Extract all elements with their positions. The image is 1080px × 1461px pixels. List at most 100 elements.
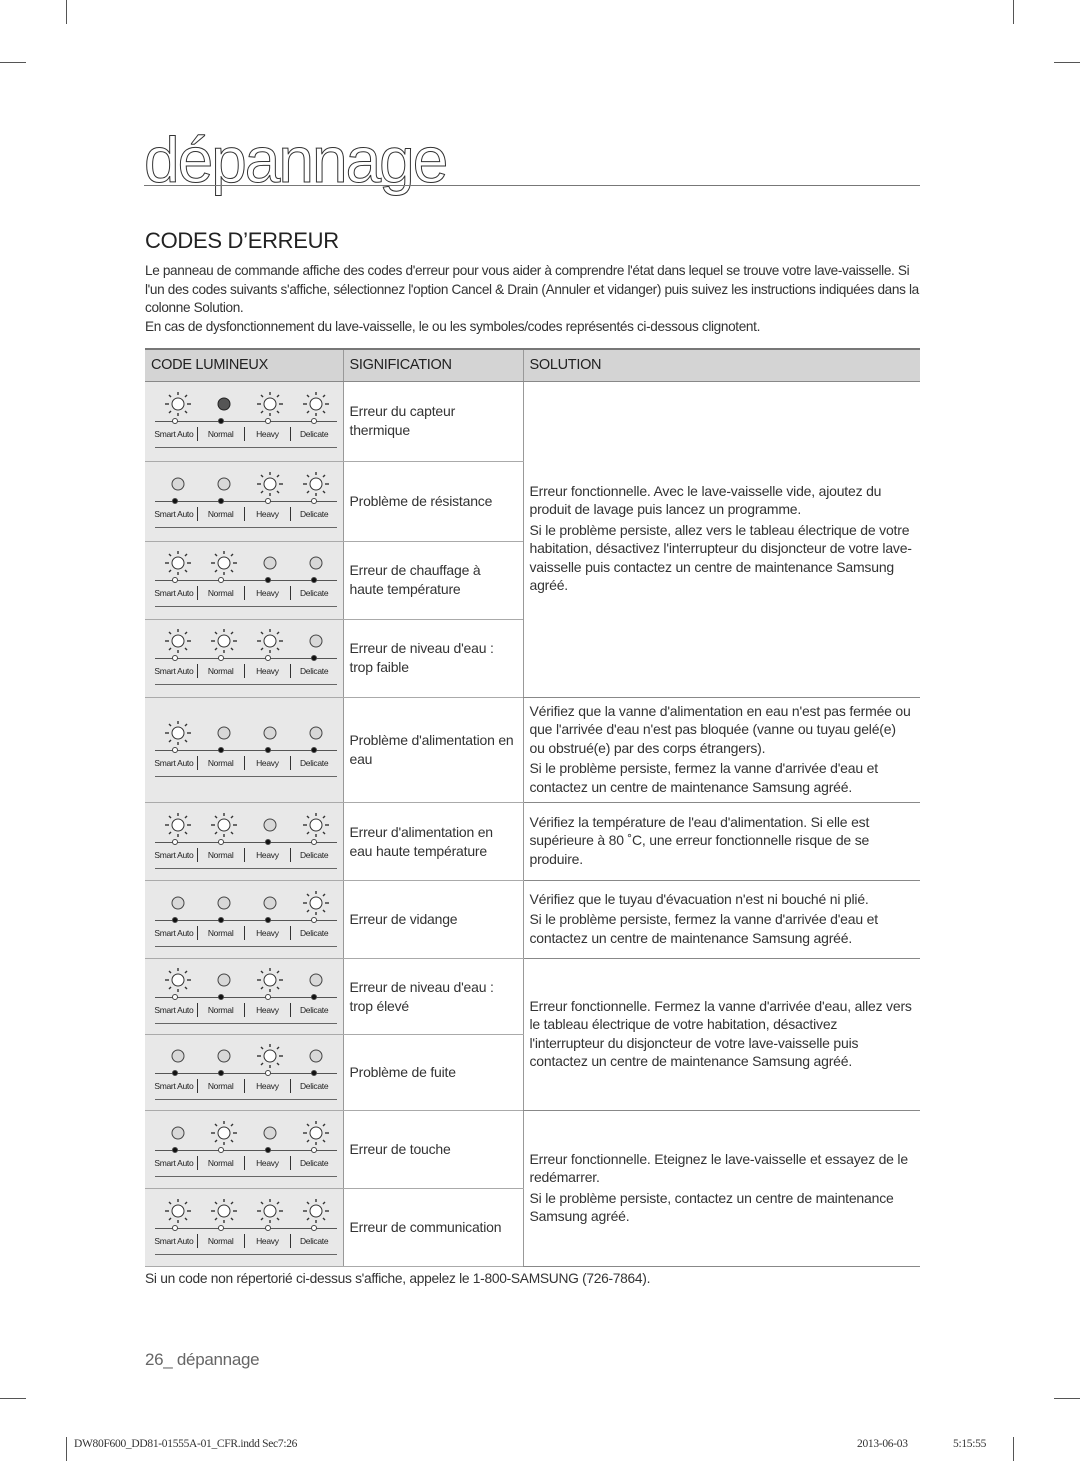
indicator-dot: [218, 993, 224, 1000]
indicator-dot: [265, 746, 271, 753]
code-cell: Smart Auto Normal Heavy Delicate: [145, 697, 343, 803]
indicator-dot: [172, 746, 178, 753]
program-label: Delicate: [290, 1233, 337, 1248]
panel-base-line: [155, 945, 337, 947]
meaning-cell: Erreur du capteur thermique: [342, 381, 523, 462]
meaning-cell: Erreur de touche: [342, 1110, 523, 1189]
panel-track: [155, 919, 337, 921]
control-panel-indicator: Smart Auto Normal Heavy Delicate: [151, 469, 337, 533]
panel-base-line: [155, 867, 337, 869]
program-label: Delicate: [290, 755, 337, 770]
meaning-cell: Erreur de niveau d'eau : trop élevé: [342, 958, 523, 1035]
table-row: Smart Auto Normal Heavy Delicate Erreur de t…: [145, 1110, 920, 1267]
program-label: Smart Auto: [154, 927, 194, 938]
intro-text: Le panneau de commande affiche des codes…: [145, 262, 925, 336]
crop-mark: [0, 62, 26, 63]
control-panel-indicator: Smart Auto Normal Heavy Delicate: [151, 1041, 337, 1105]
indicator-dot: [265, 1224, 271, 1231]
panel-base-line: [155, 606, 337, 607]
program-label: Delicate: [290, 427, 337, 441]
indicator-dot: [265, 418, 271, 424]
indicator-dot: [172, 577, 178, 583]
unlit-light-icon: [209, 967, 239, 993]
program-label: Smart Auto: [154, 509, 194, 519]
blinking-light-icon: [255, 471, 285, 497]
solution-paragraph: Si le problème persiste, fermez la vanne…: [529, 760, 879, 795]
table-row: Smart Auto Normal Heavy Delicate Erreur de v…: [145, 880, 920, 959]
control-panel-indicator: Smart Auto Normal Heavy Delicate: [151, 965, 337, 1029]
blinking-light-icon: [255, 1043, 285, 1069]
blinking-light-icon: [209, 812, 239, 838]
indicator-dot: [311, 993, 317, 1000]
program-label: Heavy: [243, 1002, 291, 1017]
program-label: Heavy: [243, 925, 291, 940]
unlit-light-icon: [163, 1043, 193, 1069]
unlit-light-icon: [163, 890, 193, 916]
program-labels: Smart Auto Normal Heavy Delicate: [151, 847, 337, 862]
solution-cell: Vérifiez que la vanne d'alimentation en …: [522, 697, 920, 803]
crop-mark: [1013, 0, 1014, 24]
panel-track: [155, 658, 337, 659]
program-labels: Smart Auto Normal Heavy Delicate: [151, 925, 337, 940]
unlit-light-icon: [255, 812, 285, 838]
program-label: Delicate: [290, 1002, 337, 1017]
indicator-dot: [172, 993, 178, 1000]
crop-mark: [66, 0, 67, 24]
blinking-light-icon: [209, 1120, 239, 1146]
unlit-light-icon: [255, 550, 285, 576]
indicator-dot: [265, 916, 271, 923]
program-labels: Smart Auto Normal Heavy Delicate: [151, 507, 337, 521]
indicator-dot: [218, 655, 224, 661]
slug-file: DW80F600_DD81-01555A-01_CFR.indd Sec7:26: [74, 1438, 298, 1450]
panel-track: [155, 1149, 337, 1151]
crop-mark: [0, 1398, 26, 1399]
indicator-dot: [311, 655, 317, 661]
blinking-light-icon: [301, 1198, 331, 1224]
unlit-light-icon: [255, 720, 285, 746]
indicator-dot: [172, 655, 178, 661]
blinking-light-icon: [209, 550, 239, 576]
blinking-light-icon: [163, 628, 193, 654]
program-label: Normal: [196, 1078, 244, 1093]
solution-paragraph: Erreur fonctionnelle. Eteignez le lave-v…: [529, 1150, 909, 1186]
code-cell: Smart Auto Normal Heavy Delicate: [145, 958, 343, 1035]
program-label: Delicate: [290, 586, 337, 600]
blinking-light-icon: [163, 1198, 193, 1224]
unlit-light-icon: [301, 967, 331, 993]
indicator-dot: [311, 498, 317, 504]
code-cell: Smart Auto Normal Heavy Delicate: [145, 1188, 343, 1267]
blinking-light-icon: [255, 967, 285, 993]
lit-light-icon: [209, 391, 239, 417]
program-label: Normal: [196, 586, 244, 600]
solution-paragraph: Vérifiez que la vanne d'alimentation en …: [529, 702, 911, 756]
program-label: Heavy: [243, 427, 291, 441]
indicator-dot: [172, 1146, 178, 1153]
panel-base-line: [155, 527, 337, 528]
program-label: Normal: [196, 925, 244, 940]
code-cell: Smart Auto Normal Heavy Delicate: [145, 1110, 343, 1189]
meaning-cell: Problème de résistance: [342, 461, 523, 542]
code-cell: Smart Auto Normal Heavy Delicate: [145, 1034, 343, 1111]
indicator-dot: [218, 1069, 224, 1076]
indicator-dot: [311, 418, 317, 424]
indicator-dot: [265, 577, 271, 583]
blinking-light-icon: [209, 1198, 239, 1224]
indicator-dot: [172, 916, 178, 923]
crop-mark: [1013, 1437, 1014, 1461]
panel-base-line: [155, 1175, 337, 1177]
chapter-title: dépannage: [143, 124, 448, 196]
indicator-dot: [218, 916, 224, 923]
blinking-light-icon: [163, 812, 193, 838]
indicator-dot: [218, 1146, 224, 1153]
slug-date: 2013-06-03: [857, 1438, 908, 1450]
indicator-dot: [265, 1146, 271, 1153]
table-row: Smart Auto Normal Heavy Delicate Erreur du c…: [145, 381, 920, 698]
indicator-dot: [218, 838, 224, 845]
unlit-light-icon: [209, 1043, 239, 1069]
solution-paragraph: Vérifiez la température de l'eau d'alime…: [529, 813, 870, 867]
table-header-row: CODE LUMINEUX SIGNIFICATION SOLUTION: [145, 348, 920, 382]
program-labels: Smart Auto Normal Heavy Delicate: [151, 427, 337, 441]
meaning-cell: Erreur d'alimentation en eau haute tempé…: [342, 802, 523, 881]
program-label: Smart Auto: [154, 588, 194, 598]
indicator-dot: [311, 1069, 317, 1076]
